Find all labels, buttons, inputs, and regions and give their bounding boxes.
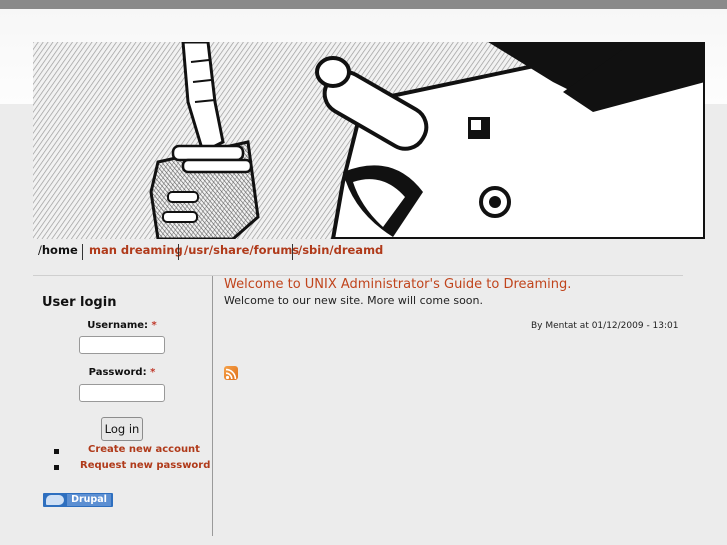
powered-by-drupal-badge[interactable]: Drupal <box>43 493 113 507</box>
create-account-link[interactable]: Create new account <box>88 444 200 455</box>
nav-item-home[interactable]: /home <box>38 243 78 257</box>
nav-item-man-dreaming[interactable]: man dreaming <box>89 243 183 257</box>
nav-separator <box>82 244 83 260</box>
nav-item-dreamd[interactable]: /sbin/dreamd <box>298 243 383 257</box>
nav-separator <box>178 244 179 260</box>
required-mark: * <box>151 320 157 331</box>
node-title-link[interactable]: Welcome to UNIX Administrator's Guide to… <box>224 277 571 292</box>
required-mark: * <box>150 367 156 378</box>
list-bullet <box>54 465 59 470</box>
drupal-badge-text: Drupal <box>67 494 111 506</box>
nav-divider <box>33 275 683 276</box>
node-submitted-info: By Mentat at 01/12/2009 - 13:01 <box>531 321 679 331</box>
drupal-logo-icon <box>46 495 64 505</box>
nav-separator <box>292 244 293 260</box>
user-login-title: User login <box>42 295 117 310</box>
node-body: Welcome to our new site. More will come … <box>224 294 484 307</box>
top-bar <box>0 0 727 9</box>
log-in-button[interactable]: Log in <box>101 417 143 441</box>
username-label: Username: * <box>87 320 157 331</box>
password-input[interactable] <box>79 384 165 402</box>
username-input[interactable] <box>79 336 165 354</box>
rss-feed-icon[interactable] <box>224 366 238 380</box>
header-banner-image <box>33 42 705 239</box>
list-bullet <box>54 449 59 454</box>
password-label: Password: * <box>88 367 156 378</box>
sidebar-divider <box>212 276 213 536</box>
request-password-link[interactable]: Request new password <box>80 460 210 471</box>
nav-item-forums[interactable]: /usr/share/forums <box>184 243 299 257</box>
